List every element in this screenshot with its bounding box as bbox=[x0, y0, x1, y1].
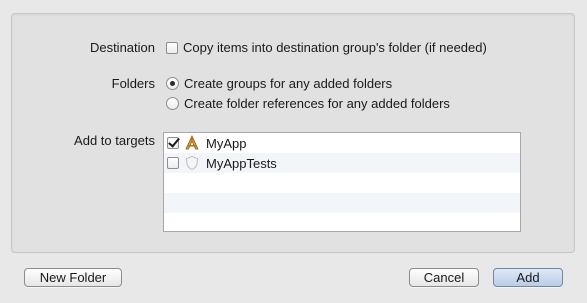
add-button[interactable]: Add bbox=[493, 268, 563, 287]
add-to-targets-label: Add to targets bbox=[74, 133, 155, 148]
copy-items-label: Copy items into destination group's fold… bbox=[183, 40, 487, 55]
cancel-button[interactable]: Cancel bbox=[409, 268, 479, 287]
target-empty-row bbox=[164, 173, 520, 193]
create-folder-references-radio[interactable] bbox=[166, 97, 179, 110]
target-myapptests-name: MyAppTests bbox=[206, 155, 277, 171]
create-folder-references-label: Create folder references for any added f… bbox=[184, 96, 450, 111]
new-folder-button[interactable]: New Folder bbox=[24, 268, 122, 287]
options-panel: Destination Copy items into destination … bbox=[11, 13, 575, 253]
target-empty-row bbox=[164, 193, 520, 213]
destination-label: Destination bbox=[89, 40, 155, 55]
target-row-myapp[interactable]: MyApp bbox=[164, 133, 520, 153]
folders-label: Folders bbox=[111, 76, 155, 91]
test-bundle-icon bbox=[184, 155, 200, 171]
target-empty-row bbox=[164, 213, 520, 231]
create-folder-references-option[interactable]: Create folder references for any added f… bbox=[166, 96, 450, 111]
target-myapptests-checkbox[interactable] bbox=[167, 157, 179, 169]
create-groups-label: Create groups for any added folders bbox=[184, 76, 393, 91]
target-myapp-checkbox[interactable] bbox=[167, 137, 179, 149]
target-row-myapptests[interactable]: MyAppTests bbox=[164, 153, 520, 173]
create-groups-radio[interactable] bbox=[166, 77, 179, 90]
target-myapp-name: MyApp bbox=[206, 135, 247, 151]
copy-items-checkbox[interactable] bbox=[166, 41, 178, 54]
app-icon bbox=[184, 135, 200, 151]
targets-list[interactable]: MyApp MyAppTests bbox=[163, 132, 521, 232]
copy-items-option[interactable]: Copy items into destination group's fold… bbox=[166, 40, 487, 55]
create-groups-option[interactable]: Create groups for any added folders bbox=[166, 76, 392, 91]
